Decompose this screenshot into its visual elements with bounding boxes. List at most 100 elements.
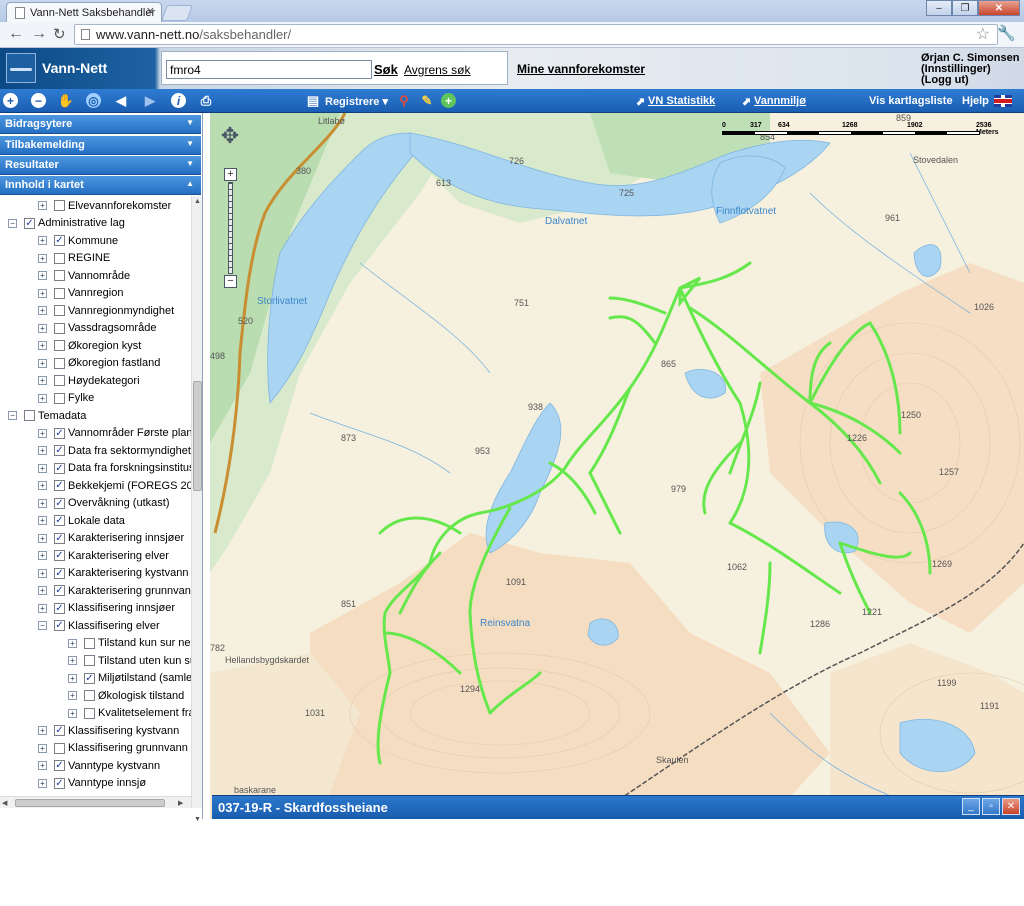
expand-icon[interactable]: + [38, 201, 47, 210]
layer-checkbox[interactable]: ✓ [54, 515, 65, 526]
layer-checkbox[interactable] [54, 270, 65, 281]
collapse-icon[interactable]: − [8, 411, 17, 420]
layer-tree-item[interactable]: + Tilstand kun sur ned [68, 635, 191, 652]
layer-tree-item[interactable]: + Klassifisering grunnvann [38, 740, 188, 757]
layer-checkbox[interactable]: ✓ [54, 602, 65, 614]
layer-checkbox[interactable] [84, 637, 95, 649]
layer-checkbox[interactable]: ✓ [54, 532, 65, 544]
expand-icon[interactable]: + [68, 708, 77, 718]
layer-checkbox[interactable] [54, 357, 65, 369]
expand-icon[interactable]: + [38, 253, 47, 263]
expand-icon[interactable]: + [68, 691, 77, 700]
expand-icon[interactable]: + [68, 638, 77, 648]
register-menu[interactable]: Registrere ▾ [325, 95, 388, 108]
browser-tab[interactable]: Vann-Nett Saksbehandler ✕ [6, 2, 162, 22]
panel-maximize-button[interactable]: ▫ [982, 798, 1000, 815]
layer-checkbox[interactable]: ✓ [84, 672, 95, 684]
layer-checkbox[interactable] [24, 410, 35, 421]
expand-icon[interactable]: + [38, 306, 47, 315]
layer-tree-item[interactable]: + ✓ Karakterisering elver [38, 547, 169, 564]
layer-tree-item[interactable]: + Økoregion kyst [38, 337, 141, 354]
expand-icon[interactable]: + [38, 446, 47, 455]
layer-tree-item[interactable]: + ✓ Kommune [38, 232, 118, 249]
back-arrow-icon[interactable]: ← [8, 25, 24, 43]
expand-icon[interactable]: + [38, 463, 47, 473]
layer-tree-item[interactable]: + Vannregionmyndighet [38, 302, 174, 319]
layer-checkbox[interactable] [54, 322, 65, 334]
forward-arrow-icon[interactable]: → [31, 25, 47, 43]
layer-checkbox[interactable]: ✓ [54, 620, 65, 631]
my-water-bodies-link[interactable]: Mine vannforekomster [517, 62, 645, 76]
expand-icon[interactable]: + [38, 586, 47, 595]
expand-icon[interactable]: + [38, 498, 47, 508]
zoom-minus-icon[interactable]: − [224, 275, 237, 288]
layer-checkbox[interactable]: ✓ [54, 585, 65, 596]
wrench-icon[interactable]: 🔧 [997, 24, 1016, 42]
layer-tree-item[interactable]: + Tilstand uten kun su [68, 652, 191, 669]
expand-icon[interactable]: + [38, 761, 47, 770]
logout-link[interactable]: (Logg ut) [921, 75, 1019, 86]
layer-tree-item[interactable]: + Vassdragsområde [38, 320, 156, 337]
layer-tree-item[interactable]: + ✓ Karakterisering grunnvann [38, 582, 191, 599]
layer-tree-item[interactable]: + ✓ Overvåkning (utkast) [38, 495, 169, 512]
expand-icon[interactable]: + [68, 656, 77, 665]
expand-icon[interactable]: + [38, 393, 47, 403]
layer-tree-item[interactable]: + ✓ Vanntype kystvann [38, 757, 160, 774]
layer-checkbox[interactable] [54, 305, 65, 316]
layer-tree-item[interactable]: + ✓ Karakterisering innsjøer [38, 530, 184, 547]
print-icon[interactable]: ⎙ [197, 92, 215, 110]
refine-search-link[interactable]: Avgrens søk [404, 63, 470, 77]
section-resultater[interactable]: Resultater ▼ [0, 156, 201, 175]
expand-icon[interactable]: + [38, 323, 47, 333]
layer-checkbox[interactable]: ✓ [54, 445, 65, 456]
pan-control-icon[interactable]: ✥ [216, 123, 244, 157]
uk-flag-icon[interactable] [994, 95, 1012, 107]
panel-close-button[interactable]: ✕ [1002, 798, 1020, 815]
panel-minimize-button[interactable]: _ [962, 798, 980, 815]
layer-tree-item[interactable]: + ✓ Vannområder Første planfa [38, 425, 191, 442]
register-icon[interactable]: ▤ [304, 92, 322, 110]
zoom-plus-icon[interactable]: + [224, 168, 237, 181]
next-extent-icon[interactable]: ▶ [141, 92, 159, 110]
address-bar[interactable]: www.vann-nett.no/saksbehandler/ [74, 24, 998, 45]
expand-icon[interactable]: + [38, 568, 47, 578]
expand-icon[interactable]: + [68, 673, 77, 683]
expand-icon[interactable]: + [38, 603, 47, 613]
layer-tree-item[interactable]: + ✓Bekkekjemi (FOREGS 2008 [38, 477, 191, 494]
tree-vertical-scrollbar[interactable]: ▲ ▼ [191, 196, 202, 823]
layer-tree-item[interactable]: + Kvalitetselement fra [68, 705, 191, 722]
pan-hand-icon[interactable]: ✋ [57, 92, 75, 110]
layer-checkbox[interactable] [84, 655, 95, 666]
reload-icon[interactable]: ↻ [53, 25, 66, 43]
layer-checkbox[interactable]: ✓ [54, 777, 65, 789]
layer-checkbox[interactable] [54, 340, 65, 351]
vannmiljo-link[interactable]: Vannmiljø [754, 95, 806, 107]
section-tilbakemelding[interactable]: Tilbakemelding ▼ [0, 136, 201, 155]
layer-checkbox[interactable]: ✓ [54, 725, 65, 736]
layer-checkbox[interactable]: ✓ [24, 217, 35, 229]
layer-checkbox[interactable] [84, 707, 95, 719]
layer-tree-item[interactable]: + Økologisk tilstand [68, 687, 184, 704]
edit-pencil-icon[interactable]: ✎ [418, 92, 436, 110]
scrollbar-thumb[interactable] [193, 381, 202, 491]
layer-checkbox[interactable] [54, 200, 65, 211]
layer-tree-item[interactable]: + Vannregion [38, 285, 123, 302]
layer-tree-item[interactable]: + Elvevannforekomster [38, 197, 171, 214]
layer-tree-item[interactable]: + ✓ Data fra forskningsinstitusj [38, 460, 191, 477]
bookmark-star-icon[interactable]: ☆ [976, 24, 990, 44]
expand-icon[interactable]: + [38, 551, 47, 560]
full-extent-icon[interactable]: ◎ [86, 93, 101, 108]
layer-tree-item[interactable]: + ✓ Vanntype innsjø [38, 775, 146, 792]
expand-icon[interactable]: + [38, 533, 47, 543]
layer-checkbox[interactable]: ✓ [54, 427, 65, 439]
map-view[interactable]: Litlabø Dalvatnet Finnflotvatnet Stovedalen… [210, 113, 1024, 819]
layer-tree-item[interactable]: + Fylke [38, 390, 94, 407]
layer-checkbox[interactable]: ✓ [54, 567, 65, 579]
collapse-icon[interactable]: − [8, 218, 17, 228]
zoom-track[interactable] [228, 182, 233, 274]
expand-icon[interactable]: + [38, 236, 47, 245]
scroll-down-icon[interactable]: ▼ [194, 816, 201, 823]
expand-icon[interactable]: + [38, 271, 47, 280]
tree-horizontal-scrollbar[interactable]: ◀ ▶ [0, 796, 191, 808]
search-input[interactable] [166, 60, 372, 79]
